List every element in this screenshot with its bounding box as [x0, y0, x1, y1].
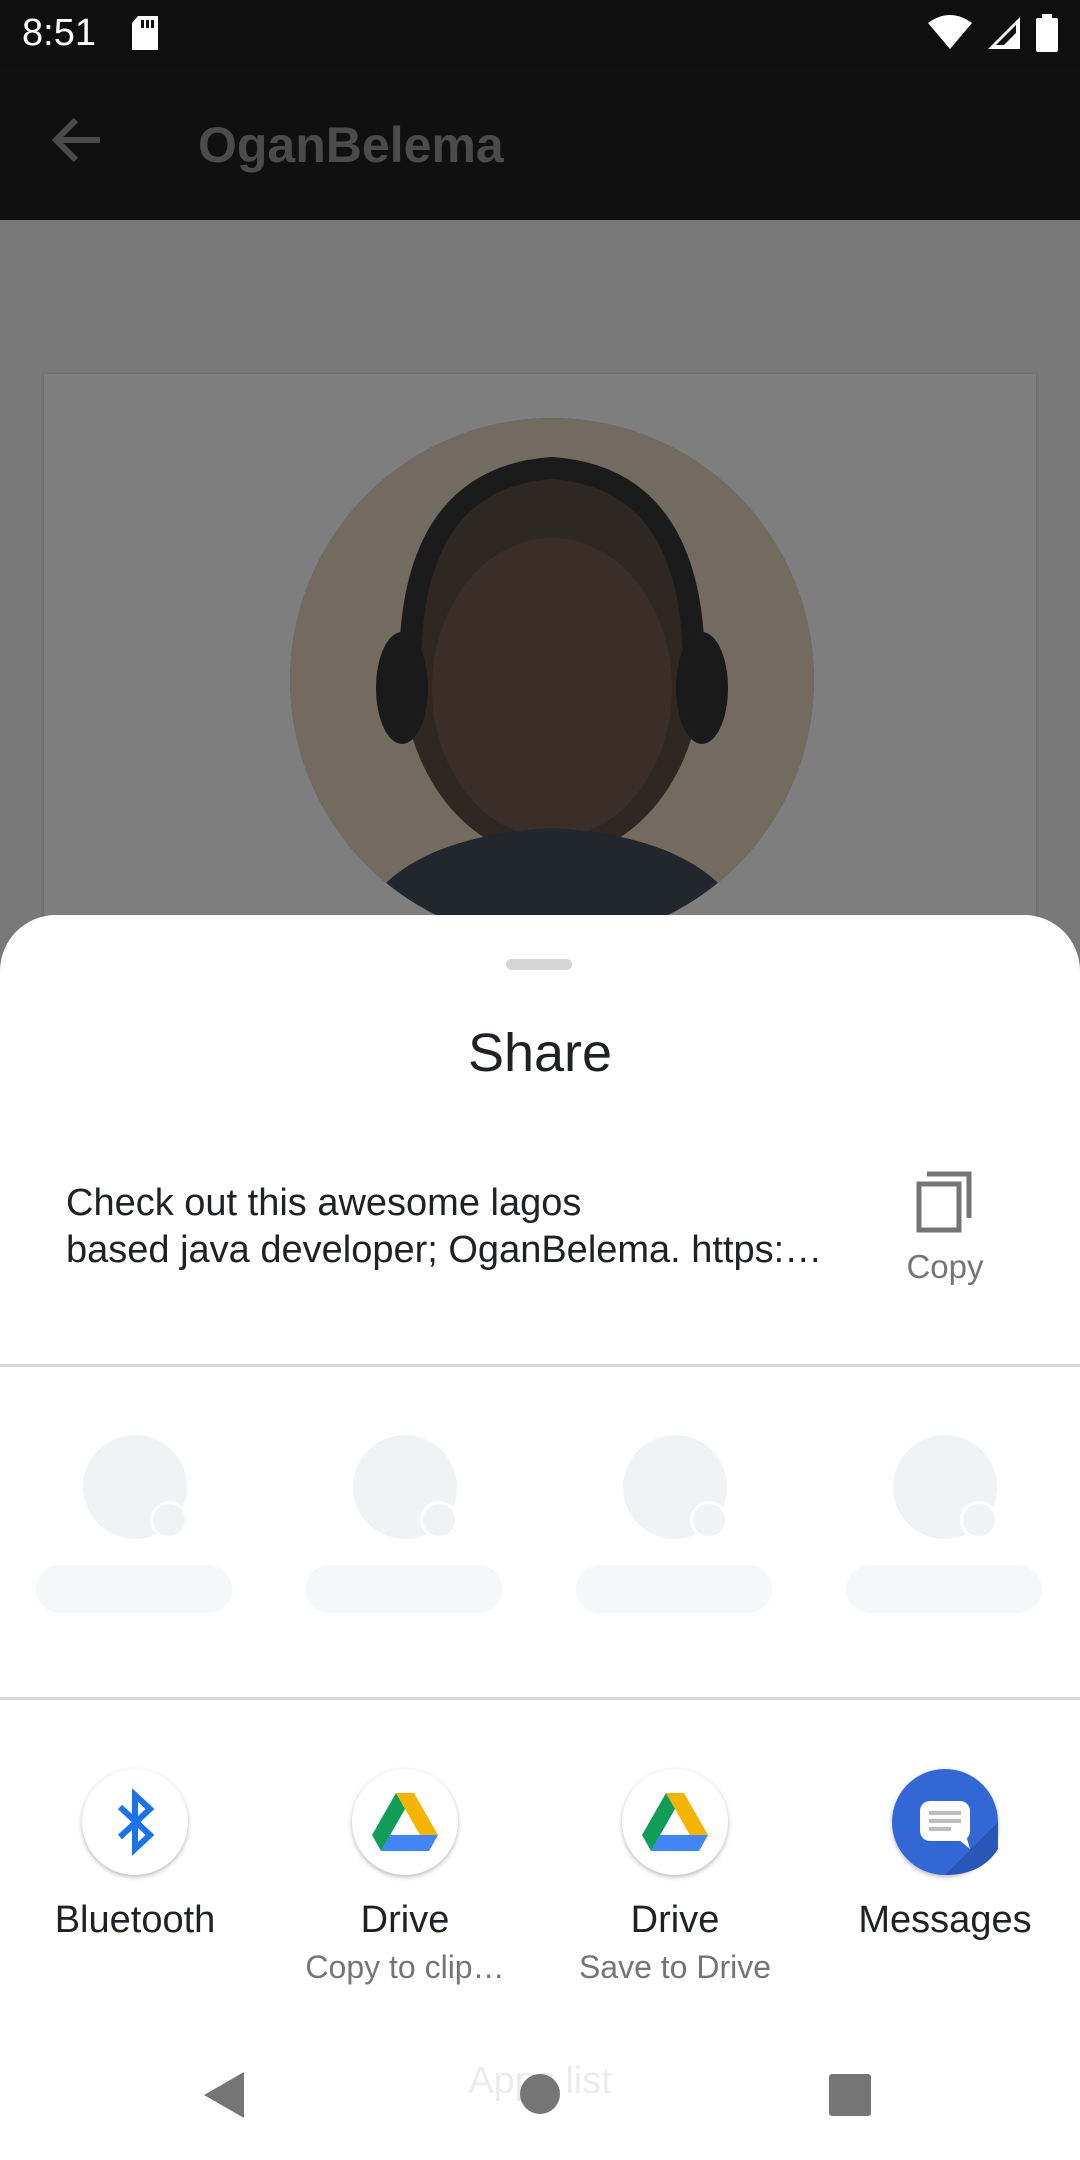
share-target-sublabel: Copy to clip…: [305, 1949, 505, 1985]
copy-button[interactable]: Copy: [880, 1160, 1010, 1300]
share-target-label: Messages: [858, 1899, 1032, 1941]
battery-icon: [1036, 14, 1058, 57]
drag-handle[interactable]: [506, 959, 572, 970]
status-bar: 8:51: [0, 0, 1080, 66]
shared-text-preview: Check out this awesome lagos based java …: [66, 1182, 823, 1271]
share-target-bluetooth[interactable]: Bluetooth: [0, 1769, 270, 2009]
share-target-label: Bluetooth: [54, 1899, 216, 1941]
bluetooth-icon: [82, 1769, 188, 1875]
arrow-left-icon[interactable]: [51, 117, 102, 167]
back-icon[interactable]: [204, 2072, 246, 2123]
app-bar: OganBelema: [0, 66, 1080, 220]
share-target-drive-copy[interactable]: Drive Copy to clip…: [270, 1769, 540, 2009]
status-time: 8:51: [22, 12, 96, 54]
divider: [0, 1364, 1080, 1367]
signal-icon: [986, 15, 1022, 56]
profile-photo: [290, 418, 814, 942]
copy-label: Copy: [906, 1248, 984, 1285]
share-target-sublabel: Save to Drive: [578, 1949, 772, 1985]
sd-card-icon: [130, 16, 160, 55]
google-drive-icon: [352, 1769, 458, 1875]
divider: [0, 1697, 1080, 1700]
share-target-label: Drive: [630, 1899, 720, 1941]
page-title: OganBelema: [198, 117, 504, 173]
google-drive-icon: [622, 1769, 728, 1875]
recents-icon[interactable]: [829, 2074, 871, 2121]
share-target-label: Drive: [360, 1899, 450, 1941]
share-target-drive-save[interactable]: Drive Save to Drive: [540, 1769, 810, 2009]
share-title: Share: [467, 1023, 613, 1083]
share-target-messages[interactable]: Messages: [810, 1769, 1080, 2009]
wifi-icon: [928, 15, 972, 56]
home-icon[interactable]: [520, 2074, 560, 2119]
messages-icon: [892, 1769, 998, 1875]
copy-icon: [913, 1170, 977, 1239]
